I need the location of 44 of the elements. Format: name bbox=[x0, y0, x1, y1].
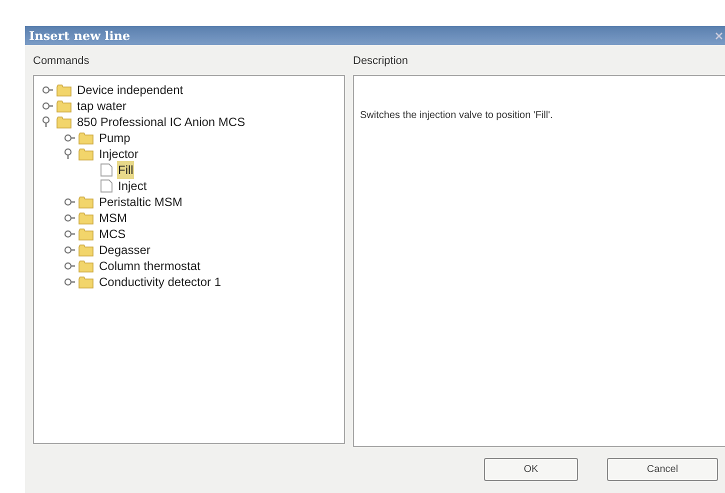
folder-icon bbox=[56, 116, 72, 128]
tree-item[interactable]: Conductivity detector 1 bbox=[98, 273, 222, 291]
tree-item[interactable]: tap water bbox=[76, 97, 128, 115]
folder-icon bbox=[78, 244, 94, 256]
window-title: Insert new line bbox=[29, 28, 130, 44]
cancel-button[interactable]: Cancel bbox=[607, 458, 718, 481]
folder-icon bbox=[78, 196, 94, 208]
tree-item[interactable]: MCS bbox=[98, 225, 127, 243]
tree-item[interactable]: 850 Professional IC Anion MCS bbox=[76, 113, 246, 131]
expanded-toggle-icon[interactable] bbox=[64, 148, 74, 160]
expanded-toggle-icon[interactable] bbox=[42, 116, 52, 128]
collapsed-toggle-icon[interactable] bbox=[64, 278, 76, 286]
collapsed-toggle-icon[interactable] bbox=[64, 198, 76, 206]
tree-item[interactable]: MSM bbox=[98, 209, 128, 227]
tree-item[interactable]: Peristaltic MSM bbox=[98, 193, 184, 211]
collapsed-toggle-icon[interactable] bbox=[64, 262, 76, 270]
folder-icon bbox=[78, 276, 94, 288]
folder-icon bbox=[78, 132, 94, 144]
collapsed-toggle-icon[interactable] bbox=[64, 246, 76, 254]
panel-label: Description bbox=[353, 54, 410, 69]
collapsed-toggle-icon[interactable] bbox=[42, 102, 54, 110]
close-icon[interactable] bbox=[715, 32, 723, 40]
description-text: Switches the injection valve to position 'Fill'. bbox=[360, 110, 553, 121]
document-icon bbox=[100, 179, 113, 193]
collapsed-toggle-icon[interactable] bbox=[64, 134, 76, 142]
document-icon bbox=[100, 163, 113, 177]
tree-item[interactable]: Column thermostat bbox=[98, 257, 202, 275]
tree-item[interactable]: Pump bbox=[98, 129, 132, 147]
folder-icon bbox=[78, 228, 94, 240]
folder-icon bbox=[78, 148, 94, 160]
folder-icon bbox=[56, 84, 72, 96]
tree-item[interactable]: Degasser bbox=[98, 241, 152, 259]
folder-icon bbox=[78, 212, 94, 224]
ok-button[interactable]: OK bbox=[484, 458, 578, 481]
tree-item[interactable]: Inject bbox=[117, 177, 148, 195]
collapsed-toggle-icon[interactable] bbox=[42, 86, 54, 94]
collapsed-toggle-icon[interactable] bbox=[64, 214, 76, 222]
folder-icon bbox=[56, 100, 72, 112]
tree-item[interactable]: Injector bbox=[98, 145, 140, 163]
panel-label: Commands bbox=[33, 54, 90, 69]
collapsed-toggle-icon[interactable] bbox=[64, 230, 76, 238]
folder-icon bbox=[78, 260, 94, 272]
tree-item[interactable]: Fill bbox=[117, 161, 134, 179]
tree-item[interactable]: Device independent bbox=[76, 81, 184, 99]
